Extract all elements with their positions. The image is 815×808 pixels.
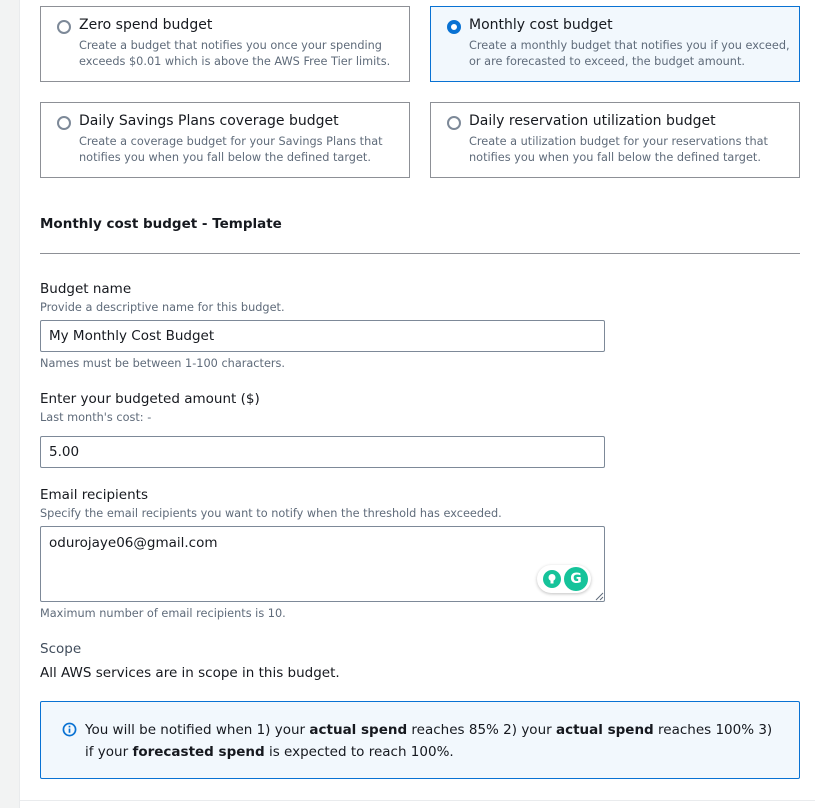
resize-grip-icon[interactable]	[594, 591, 604, 601]
tile-title: Daily reservation utilization budget	[469, 113, 716, 129]
alert-text-part: reaches 85% 2) your	[407, 722, 556, 738]
alert-text-part: is expected to reach 100%.	[264, 744, 454, 760]
scope-text: All AWS services are in scope in this bu…	[40, 665, 340, 681]
tile-description: Create a monthly budget that notifies yo…	[469, 39, 790, 68]
tile-savings-plans-coverage-budget[interactable]: Daily Savings Plans coverage budget Crea…	[40, 102, 410, 178]
email-recipients-textarea[interactable]: odurojaye06@gmail.com	[40, 526, 605, 602]
radio-monthly-cost[interactable]	[447, 20, 461, 34]
tile-title: Daily Savings Plans coverage budget	[79, 113, 339, 129]
tile-title: Monthly cost budget	[469, 17, 613, 33]
radio-reservation-utilization[interactable]	[447, 116, 461, 130]
tile-monthly-cost-budget[interactable]: Monthly cost budget Create a monthly bud…	[430, 6, 800, 82]
lightbulb-icon[interactable]	[542, 569, 562, 589]
budget-name-input[interactable]	[40, 320, 605, 352]
budget-name-label: Budget name	[40, 281, 132, 297]
alert-text-bold: actual spend	[309, 722, 408, 738]
grammarly-logo-icon[interactable]: G	[564, 567, 588, 591]
alert-text-part: You will be notified when 1) your	[85, 722, 310, 738]
tile-description: Create a coverage budget for your Saving…	[79, 135, 383, 164]
last-month-cost: Last month's cost: -	[40, 411, 152, 424]
scope-label: Scope	[40, 641, 82, 657]
divider	[40, 253, 800, 254]
info-alert: You will be notified when 1) your actual…	[40, 701, 800, 779]
bottom-divider	[20, 800, 815, 801]
radio-savings-plans[interactable]	[57, 116, 71, 130]
tile-zero-spend-budget[interactable]: Zero spend budget Create a budget that n…	[40, 6, 410, 82]
template-title: Monthly cost budget - Template	[40, 216, 282, 232]
budget-amount-label: Enter your budgeted amount ($)	[40, 391, 260, 407]
alert-text: You will be notified when 1) your actual…	[85, 719, 779, 763]
info-icon	[62, 722, 77, 737]
tile-title: Zero spend budget	[79, 17, 213, 33]
tile-reservation-utilization-budget[interactable]: Daily reservation utilization budget Cre…	[430, 102, 800, 178]
radio-zero-spend[interactable]	[57, 20, 71, 34]
tile-description: Create a budget that notifies you once y…	[79, 39, 391, 68]
budget-amount-input[interactable]	[40, 436, 605, 468]
email-recipients-description: Specify the email recipients you want to…	[40, 507, 502, 520]
alert-text-bold: actual spend	[555, 722, 654, 738]
left-rail	[0, 0, 20, 808]
budget-name-constraint: Names must be between 1-100 characters.	[40, 357, 286, 370]
email-recipients-constraint: Maximum number of email recipients is 10…	[40, 607, 286, 620]
budget-name-description: Provide a descriptive name for this budg…	[40, 301, 285, 314]
tile-description: Create a utilization budget for your res…	[469, 135, 768, 164]
alert-text-bold: forecasted spend	[132, 744, 265, 760]
email-recipients-label: Email recipients	[40, 487, 148, 503]
grammarly-widget[interactable]: G	[537, 565, 591, 593]
